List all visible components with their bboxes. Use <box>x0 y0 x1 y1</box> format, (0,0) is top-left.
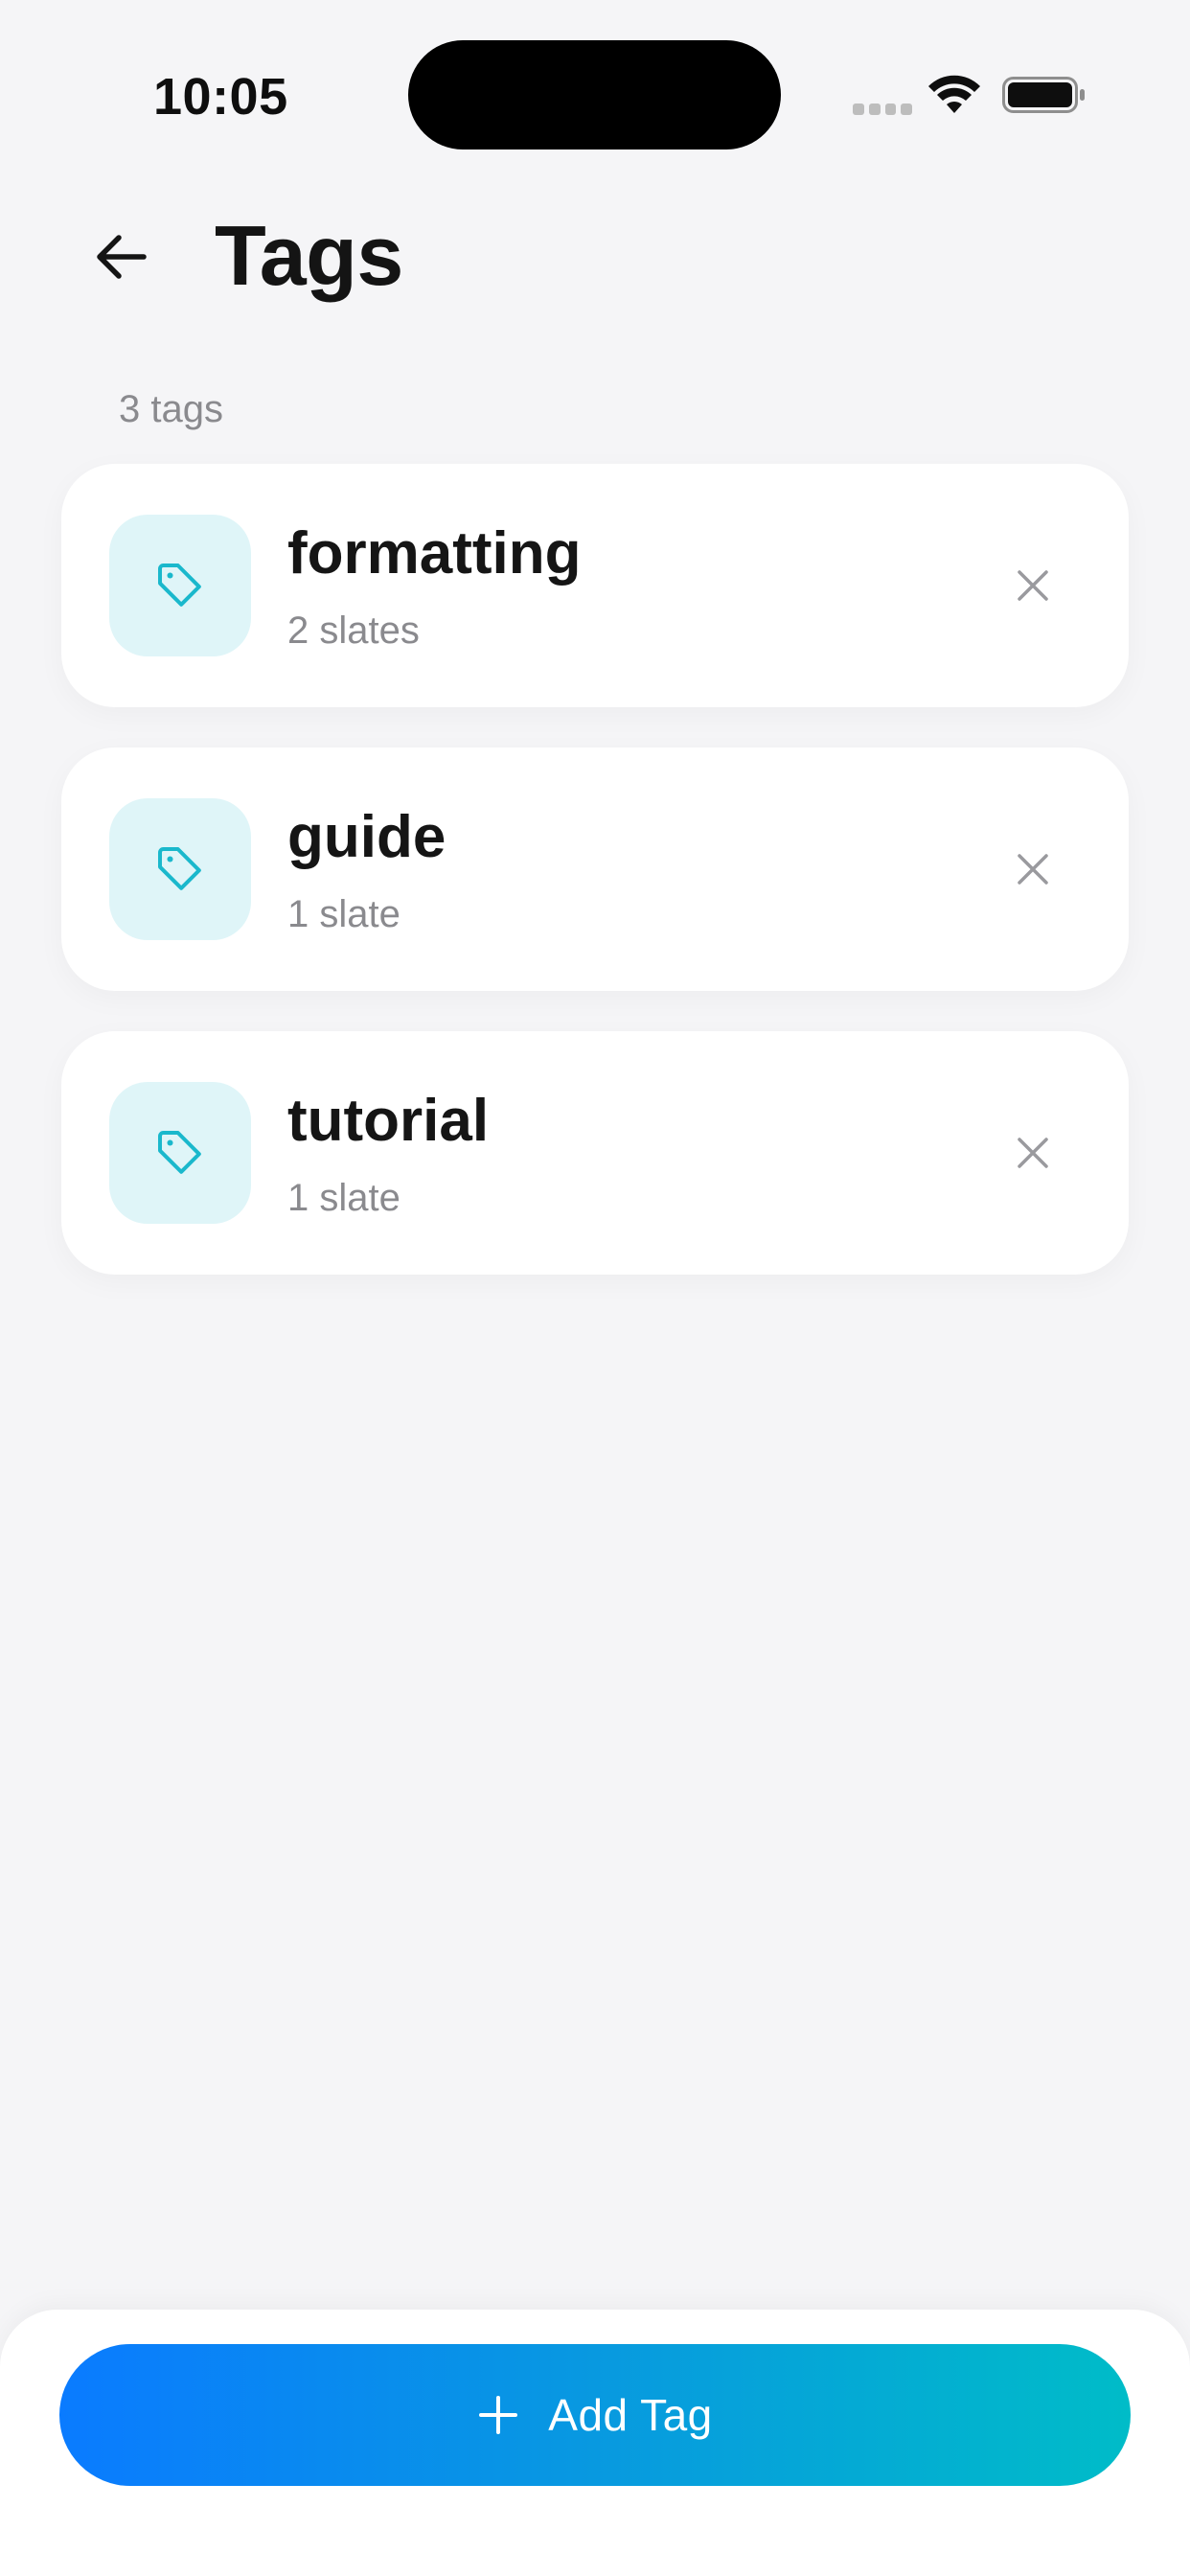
battery-icon <box>1002 77 1085 113</box>
tag-count-label: 3 tags <box>119 388 223 430</box>
add-tag-label: Add Tag <box>548 2390 713 2440</box>
tag-name: guide <box>287 804 446 870</box>
tag-slate-count: 1 slate <box>287 1177 400 1219</box>
close-icon <box>1018 854 1048 885</box>
tag-name: tutorial <box>287 1088 490 1154</box>
tag-card-guide[interactable]: guide 1 slate <box>61 748 1129 991</box>
plus-icon <box>479 2396 518 2434</box>
tag-icon <box>158 1131 201 1174</box>
tag-slate-count: 2 slates <box>287 610 420 652</box>
bottom-action-bar: Add Tag <box>0 2310 1190 2576</box>
add-tag-button[interactable]: Add Tag <box>59 2344 1131 2486</box>
status-time: 10:05 <box>153 68 288 126</box>
close-icon <box>1018 1138 1048 1168</box>
back-button[interactable] <box>84 220 157 293</box>
remove-tag-button[interactable] <box>995 831 1071 908</box>
page-title: Tags <box>215 208 403 303</box>
tag-icon-container <box>109 515 251 656</box>
remove-tag-button[interactable] <box>995 547 1071 624</box>
close-icon <box>1018 570 1048 601</box>
tag-name: formatting <box>287 520 582 586</box>
tag-icon <box>158 847 201 890</box>
dynamic-island <box>408 40 781 150</box>
wifi-icon <box>928 75 980 113</box>
tag-list: formatting 2 slates guide 1 slate tutori… <box>61 464 1129 1315</box>
tag-icon-container <box>109 798 251 940</box>
tag-icon-container <box>109 1082 251 1224</box>
tag-card-formatting[interactable]: formatting 2 slates <box>61 464 1129 707</box>
tag-icon <box>158 564 201 607</box>
tag-slate-count: 1 slate <box>287 893 400 935</box>
arrow-left-icon <box>97 235 147 279</box>
tag-card-tutorial[interactable]: tutorial 1 slate <box>61 1031 1129 1275</box>
status-bar: 10:05 <box>0 0 1190 192</box>
cellular-signal-icon <box>853 104 912 115</box>
remove-tag-button[interactable] <box>995 1115 1071 1191</box>
